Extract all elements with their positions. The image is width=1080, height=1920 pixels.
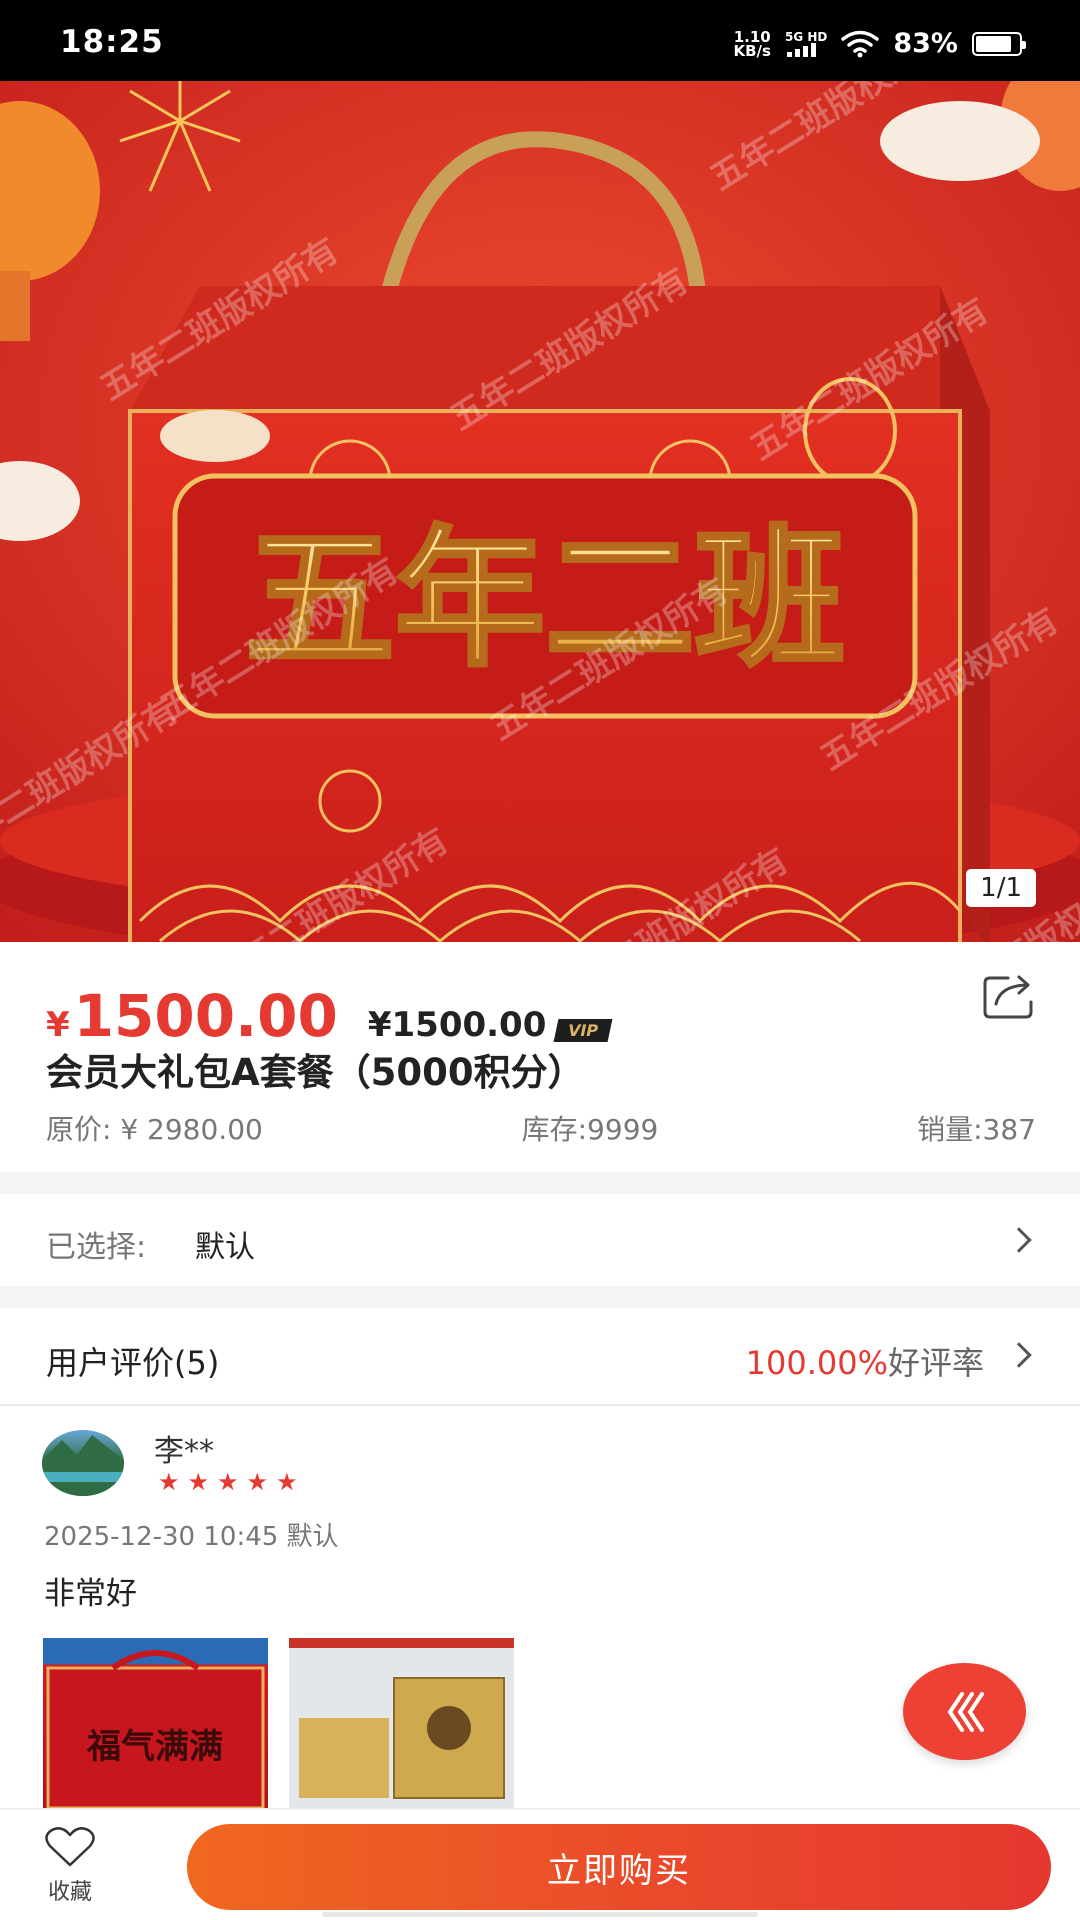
rating-stars: ★ ★ ★ ★ ★ [158,1468,298,1496]
product-title: 会员大礼包A套餐（5000积分） [46,1051,585,1094]
sales-count: 销量:387 [917,1113,1036,1146]
reviews-title: 用户评价(5) [46,1344,220,1382]
chevron-right-icon [1006,1342,1032,1368]
heart-icon [45,1827,95,1867]
photo-caption: 福气满满 [86,1727,223,1767]
spec-label: 已选择: [46,1230,147,1265]
section-divider [0,1172,1080,1194]
battery-percent: 83% [893,28,958,59]
star-icon: ★ [276,1468,298,1496]
vip-price: ¥1500.00 [367,1005,547,1045]
review-photo[interactable] [289,1638,514,1808]
positive-rate: 100.00%好评率 [746,1338,984,1384]
home-indicator[interactable] [322,1912,758,1917]
star-icon: ★ [187,1468,210,1496]
battery-icon [972,31,1026,56]
spec-value: 默认 [195,1230,255,1265]
review-date: 2025-12-30 10:45 默认 [44,1522,339,1552]
reviewer-name: 李** [154,1434,214,1469]
network-type: 5G HD [784,29,828,44]
price-section: ¥ 1500.00 ¥1500.00 VIP 会员大礼包A套餐（5000积分） … [0,942,1080,1172]
net-speed-unit: KB/s [733,41,771,60]
chevron-right-icon [1006,1227,1032,1253]
net-speed: 1.10 KB/s [733,29,771,60]
share-icon[interactable] [982,972,1036,1020]
review-photo[interactable]: 福气满满 [43,1638,268,1808]
product-image: 五年二班 五年二班版权所有 五年二班版权所有 五年二班版权所有 五年二班版权所有… [0,81,1080,942]
floating-back-button[interactable] [903,1663,1026,1760]
currency-symbol: ¥ [46,1005,70,1045]
stock: 库存:9999 [521,1113,659,1146]
product-meta: 原价: ¥ 2980.00 库存:9999 销量:387 [46,1108,1036,1148]
battery-fill [976,35,1011,52]
status-time: 18:25 [60,24,164,60]
double-chevron-left-icon [947,1691,984,1732]
signal-icon: 5G HD [785,31,827,57]
cloud-decor [880,101,1040,181]
buy-now-button[interactable]: 立即购买 [187,1824,1051,1910]
star-icon: ★ [217,1468,239,1496]
positive-rate-label: 好评率 [887,1344,984,1382]
review-text: 非常好 [44,1576,137,1612]
sale-price: 1500.00 [73,982,338,1050]
spec-selector[interactable]: 已选择: 默认 [0,1194,1080,1286]
star-icon: ★ [158,1468,180,1496]
favorite-button[interactable]: 收藏 [40,1826,100,1906]
status-icons: 1.10 KB/s 5G HD 83% [733,28,1026,60]
status-bar: 18:25 1.10 KB/s 5G HD 83% [0,0,1080,81]
reviews-header[interactable]: 用户评价(5) 100.00%好评率 [0,1308,1080,1406]
wifi-icon [841,30,880,57]
vip-badge: VIP [553,1019,613,1042]
star-icon: ★ [246,1468,269,1496]
favorite-label: 收藏 [47,1880,92,1905]
bottom-action-bar: 收藏 立即购买 [0,1808,1080,1920]
positive-rate-value: 100.00% [745,1344,888,1382]
price-row: ¥ 1500.00 ¥1500.00 VIP [46,982,613,1050]
product-image-carousel[interactable]: 五年二班 五年二班版权所有 五年二班版权所有 五年二班版权所有 五年二班版权所有… [0,81,1080,942]
review-item: 李** ★ ★ ★ ★ ★ 2025-12-30 10:45 默认 非常好 福气满满 [0,1408,1080,1808]
image-counter: 1/1 [966,869,1036,907]
section-divider [0,1286,1080,1308]
avatar [42,1430,124,1496]
original-price: 原价: ¥ 2980.00 [46,1113,263,1146]
